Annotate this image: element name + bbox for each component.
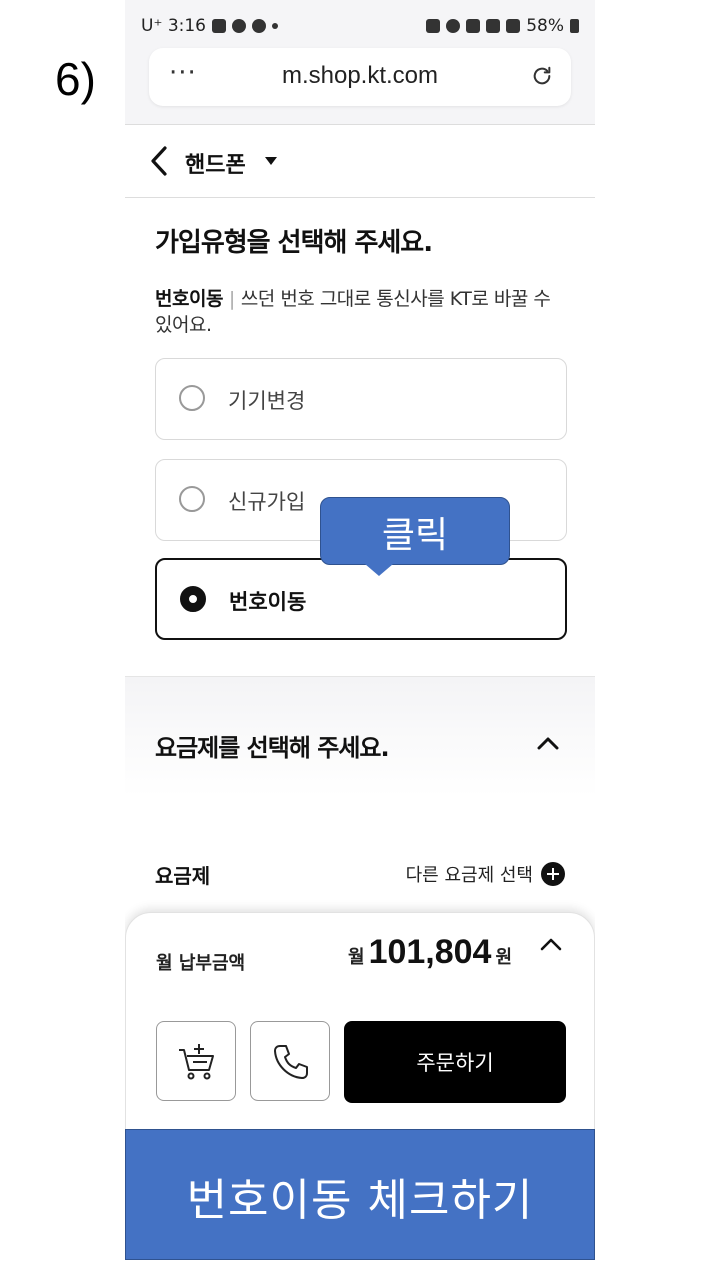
back-arrow-icon[interactable] bbox=[149, 145, 169, 177]
plan-section-title: 요금제를 선택해 주세요. bbox=[155, 734, 390, 762]
browser-toolbar: ··· m.shop.kt.com bbox=[125, 44, 595, 125]
reload-icon[interactable] bbox=[531, 65, 553, 87]
join-type-title: 가입유형을 선택해 주세요. bbox=[155, 228, 433, 258]
number-port-check-banner: 번호이동 체크하기 bbox=[125, 1129, 595, 1260]
phone-icon bbox=[274, 1045, 308, 1079]
carrier-time: U⁺ 3:16 bbox=[141, 16, 206, 36]
page-title[interactable]: 핸드폰 bbox=[185, 147, 246, 179]
order-button-label: 주문하기 bbox=[416, 1051, 494, 1075]
option-label: 신규가입 bbox=[228, 490, 306, 514]
option-label: 기기변경 bbox=[228, 389, 306, 413]
payment-bottom-sheet: 월 납부금액 월 101,804 원 주문하기 bbox=[125, 912, 595, 1142]
option-number-port[interactable]: 번호이동 bbox=[155, 558, 567, 640]
phone-screen: U⁺ 3:16 58% ··· m.shop.kt.com 핸드폰 가입유형을 … bbox=[125, 0, 595, 1260]
description-bold: 번호이동 bbox=[155, 288, 223, 310]
option-label: 번호이동 bbox=[229, 590, 307, 614]
address-bar[interactable]: ··· m.shop.kt.com bbox=[149, 48, 571, 106]
amount-value: 101,804 bbox=[368, 933, 492, 971]
battery-percent: 58% bbox=[526, 16, 564, 36]
page-header: 핸드폰 bbox=[125, 125, 595, 198]
option-device-change[interactable]: 기기변경 bbox=[155, 358, 567, 440]
chevron-up-icon[interactable] bbox=[537, 736, 559, 750]
talk-icon bbox=[252, 19, 266, 33]
notification-dot-icon bbox=[272, 23, 278, 29]
chevron-up-icon[interactable] bbox=[540, 937, 562, 951]
amount-prefix: 월 bbox=[348, 947, 365, 968]
radio-new-subscription[interactable] bbox=[179, 486, 205, 512]
description-separator: | bbox=[228, 288, 235, 310]
mute-icon bbox=[466, 19, 481, 33]
nfc-icon bbox=[426, 19, 441, 33]
step-label: 6) bbox=[55, 53, 96, 105]
click-callout: 클릭 bbox=[320, 497, 510, 576]
monthly-payment-amount: 월 101,804 원 bbox=[348, 933, 512, 972]
battery-icon bbox=[570, 19, 579, 33]
status-bar: U⁺ 3:16 58% bbox=[125, 0, 595, 44]
caret-down-icon[interactable] bbox=[265, 157, 277, 165]
call-button[interactable] bbox=[250, 1021, 330, 1101]
other-plan-label: 다른 요금제 선택 bbox=[405, 865, 533, 886]
gallery-icon bbox=[212, 19, 226, 33]
amount-suffix: 원 bbox=[495, 947, 513, 968]
url-text[interactable]: m.shop.kt.com bbox=[149, 62, 571, 90]
callout-text: 클릭 bbox=[381, 515, 449, 556]
radio-device-change[interactable] bbox=[179, 385, 205, 411]
join-type-description: 번호이동 | 쓰던 번호 그대로 통신사를 KT로 바꿀 수 있어요. bbox=[155, 286, 565, 338]
order-button[interactable]: 주문하기 bbox=[344, 1021, 566, 1103]
link-icon bbox=[232, 19, 246, 33]
cart-plus-icon bbox=[179, 1044, 214, 1080]
plus-circle-icon bbox=[541, 862, 565, 886]
alarm-icon bbox=[446, 19, 461, 33]
add-to-cart-button[interactable] bbox=[156, 1021, 236, 1101]
5g-icon bbox=[486, 19, 501, 33]
radio-number-port-selected[interactable] bbox=[180, 586, 206, 612]
plan-label: 요금제 bbox=[155, 864, 211, 888]
monthly-payment-label: 월 납부금액 bbox=[156, 953, 246, 974]
banner-text: 번호이동 체크하기 bbox=[186, 1175, 534, 1226]
signal-icon bbox=[506, 19, 521, 33]
other-plan-button[interactable]: 다른 요금제 선택 bbox=[406, 861, 565, 887]
